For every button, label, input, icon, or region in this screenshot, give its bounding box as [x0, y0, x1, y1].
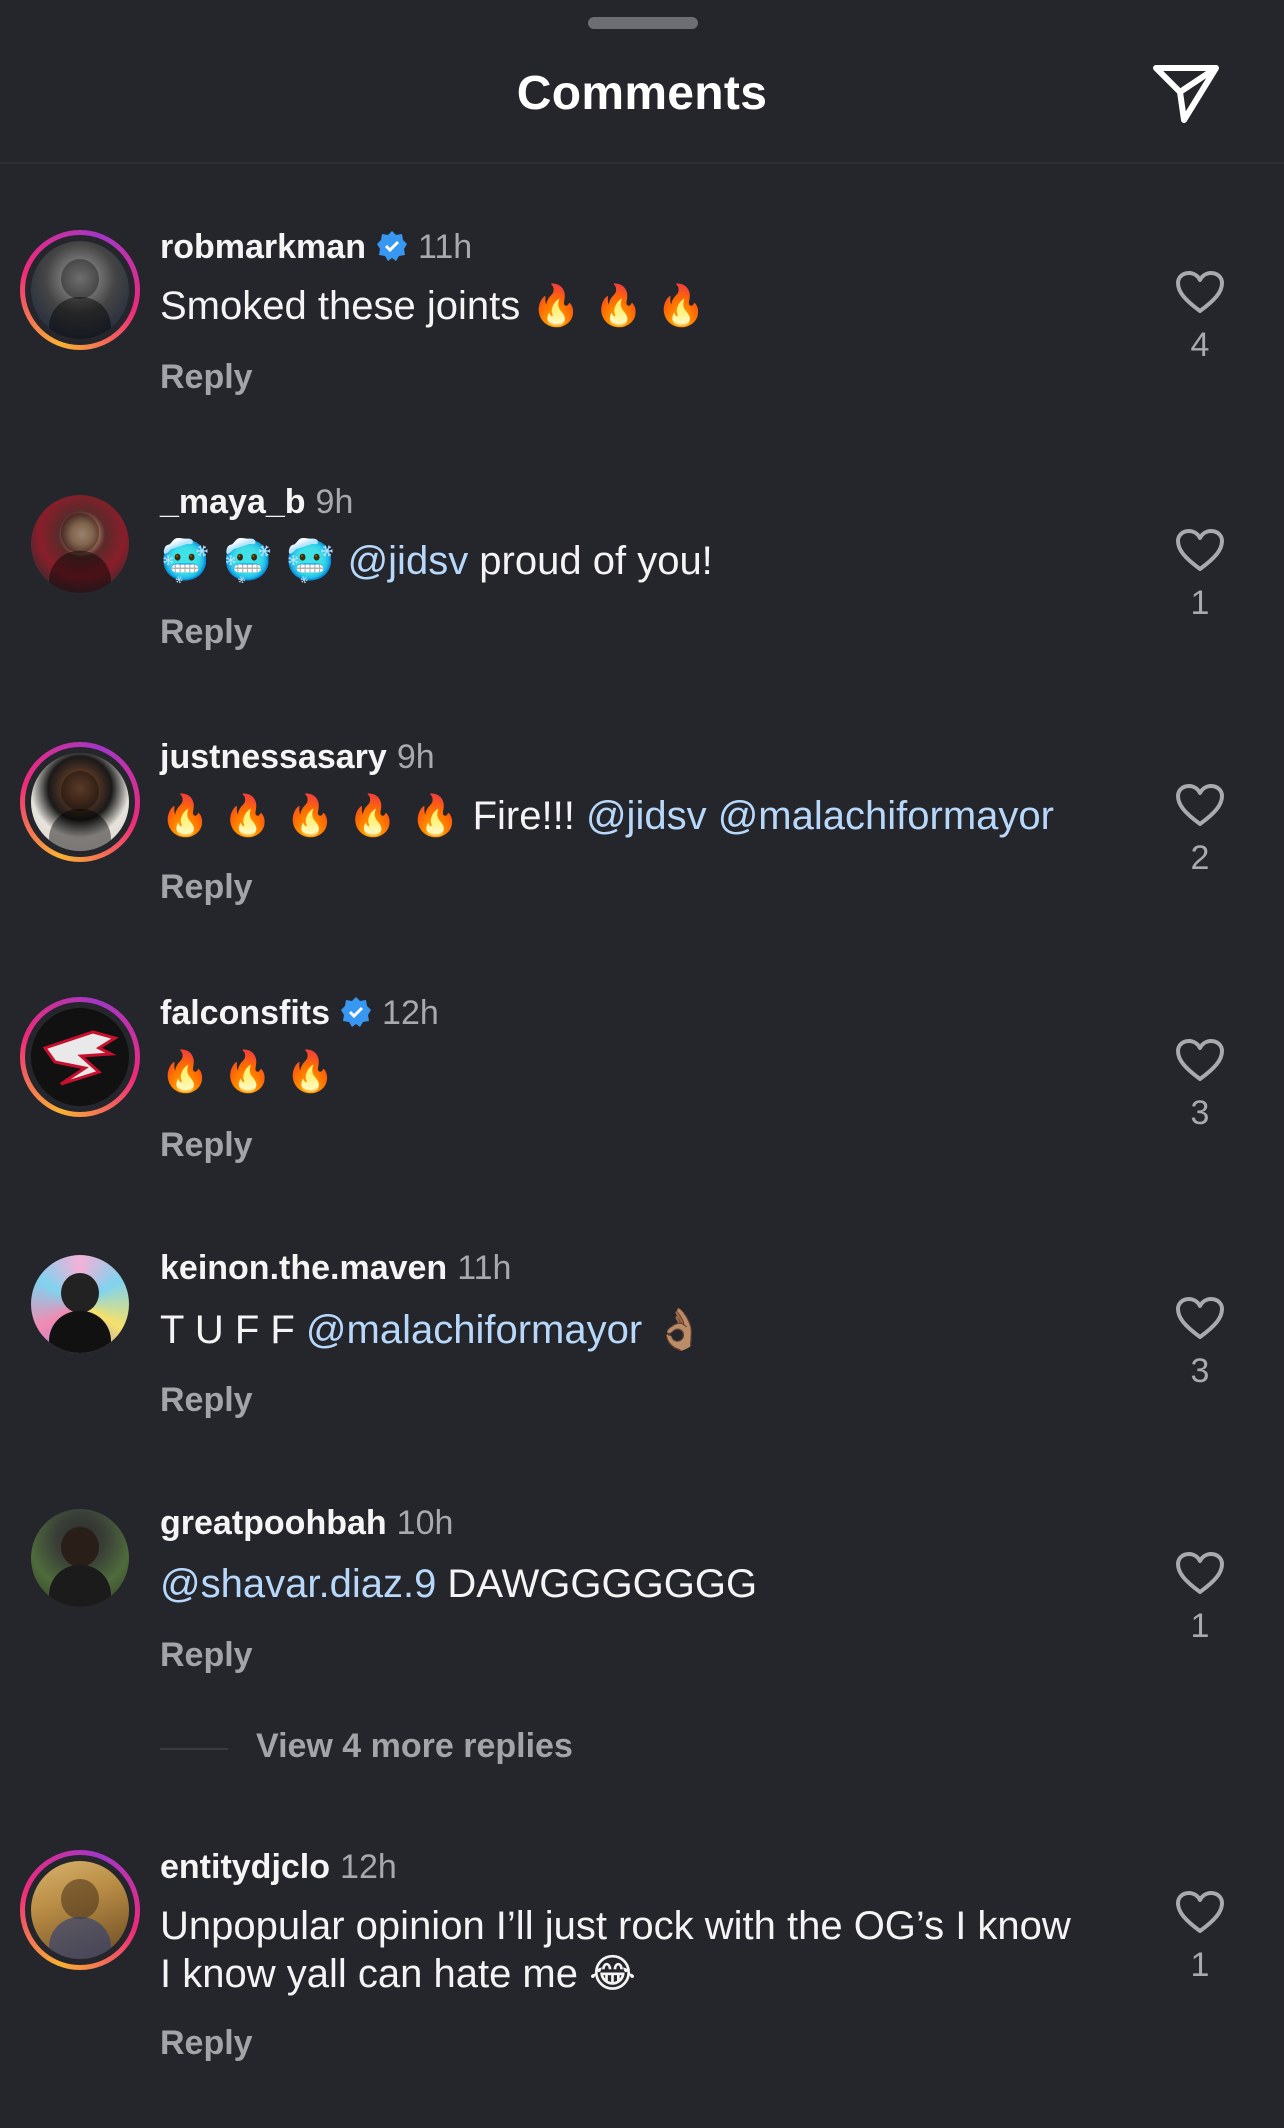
comment-text-part: proud of you! [468, 539, 713, 583]
emoji-text: 🔥 🔥 🔥 🔥 🔥 [160, 793, 473, 839]
mention-link[interactable]: @malachiformayor [718, 794, 1054, 838]
comment-text: Smoked these joints 🔥 🔥 🔥 [160, 282, 1090, 330]
username-text[interactable]: robmarkman [160, 228, 366, 266]
comment-time: 11h [457, 1249, 512, 1287]
emoji-text: 🥶 🥶 🥶 [160, 538, 348, 584]
view-more-replies-label[interactable]: View 4 more replies [256, 1727, 573, 1766]
like-count: 4 [1190, 326, 1210, 364]
share-icon [1153, 65, 1219, 123]
avatar[interactable] [20, 1850, 140, 1970]
username-text[interactable]: justnessasary [160, 738, 387, 776]
emoji-text: 🔥 🔥 🔥 [531, 283, 707, 329]
comment-username[interactable]: keinon.the.maven 11h [160, 1249, 511, 1288]
verified-badge-icon [376, 231, 407, 261]
page-title: Comments [516, 67, 768, 120]
falcon-logo-icon [42, 1030, 119, 1086]
like-button[interactable]: 3 [1170, 1038, 1230, 1133]
reply-button[interactable]: Reply [160, 1636, 253, 1675]
comment-time: 9h [396, 738, 435, 776]
like-count: 2 [1190, 839, 1210, 877]
comment-text-part: T U F F [160, 1308, 306, 1352]
comment-text-part: Smoked these joints [160, 284, 532, 328]
like-button[interactable]: 1 [1170, 528, 1230, 623]
heart-icon [1176, 1039, 1224, 1081]
comment-text: 🔥 🔥 🔥 [160, 1048, 1090, 1096]
avatar[interactable] [20, 1498, 140, 1618]
emoji-text: 👌🏽 [642, 1307, 705, 1353]
comment-text: 🥶 🥶 🥶 @jidsv proud of you! [160, 537, 1090, 585]
comment-text: T U F F @malachiformayor 👌🏽 [160, 1306, 1090, 1354]
username-text[interactable]: entitydjclo [160, 1848, 330, 1886]
heart-icon [1176, 529, 1224, 571]
reply-button[interactable]: Reply [160, 868, 253, 907]
reply-button[interactable]: Reply [160, 1126, 253, 1165]
mention-link[interactable]: @jidsv [586, 794, 707, 838]
avatar[interactable] [20, 1244, 140, 1364]
username-text[interactable]: greatpoohbah [160, 1504, 387, 1542]
reply-button[interactable]: Reply [160, 1381, 253, 1420]
comment-time: 12h [382, 994, 439, 1032]
username-text[interactable]: _maya_b [160, 483, 306, 521]
comment-text: 🔥 🔥 🔥 🔥 🔥 Fire!!! @jidsv @malachiformayo… [160, 792, 1120, 840]
like-button[interactable]: 2 [1170, 783, 1230, 878]
heart-icon [1176, 271, 1224, 313]
comment-username[interactable]: entitydjclo 12h [160, 1848, 397, 1887]
heart-icon [1176, 1297, 1224, 1339]
like-button[interactable]: 3 [1170, 1296, 1230, 1391]
mention-link[interactable]: @jidsv [348, 539, 469, 583]
replies-divider [160, 1748, 228, 1750]
comment-time: 12h [340, 1848, 397, 1886]
like-count: 1 [1190, 1607, 1210, 1645]
reply-button[interactable]: Reply [160, 2024, 253, 2063]
comment-text: Unpopular opinion I’ll just rock with th… [160, 1902, 1080, 1998]
like-count: 1 [1190, 584, 1210, 622]
comment-time: 11h [417, 228, 473, 266]
comment-time: 10h [396, 1504, 454, 1542]
comment-time: 9h [315, 483, 354, 521]
like-count: 1 [1190, 1946, 1210, 1984]
avatar[interactable] [20, 742, 140, 862]
emoji-text: 😂 [589, 1951, 636, 1997]
verified-badge-icon [341, 997, 372, 1027]
share-button[interactable] [1150, 60, 1222, 126]
mention-link[interactable]: @malachiformayor [306, 1308, 642, 1352]
comment-username[interactable]: falconsfits 12h [160, 994, 439, 1033]
comment-username[interactable]: robmarkman 11h [160, 228, 472, 267]
like-button[interactable]: 1 [1170, 1551, 1230, 1646]
comments-header: Comments [0, 0, 1284, 164]
heart-icon [1176, 1891, 1224, 1933]
avatar[interactable] [20, 997, 140, 1117]
heart-icon [1176, 1552, 1224, 1594]
like-count: 3 [1190, 1094, 1210, 1132]
emoji-text: 🔥 🔥 🔥 [160, 1049, 335, 1095]
view-more-replies-button[interactable]: View 4 more replies [160, 1727, 860, 1767]
like-count: 3 [1190, 1352, 1210, 1390]
reply-button[interactable]: Reply [160, 358, 253, 397]
username-text[interactable]: keinon.the.maven [160, 1249, 447, 1287]
avatar[interactable] [20, 230, 140, 350]
comment-text: @shavar.diaz.9 DAWGGGGGGG [160, 1560, 1090, 1608]
like-button[interactable]: 4 [1170, 270, 1230, 365]
comment-username[interactable]: greatpoohbah 10h [160, 1504, 453, 1543]
comment-text-part: Fire!!! [472, 794, 586, 838]
username-text[interactable]: falconsfits [160, 994, 330, 1032]
comment-text-part [707, 794, 718, 838]
comment-username[interactable]: _maya_b 9h [160, 483, 353, 522]
like-button[interactable]: 1 [1170, 1890, 1230, 1985]
comment-text-part: DAWGGGGGGG [436, 1562, 758, 1606]
mention-link[interactable]: @shavar.diaz.9 [160, 1562, 436, 1606]
comment-username[interactable]: justnessasary 9h [160, 738, 435, 777]
heart-icon [1176, 784, 1224, 826]
avatar[interactable] [20, 484, 140, 604]
reply-button[interactable]: Reply [160, 613, 253, 652]
